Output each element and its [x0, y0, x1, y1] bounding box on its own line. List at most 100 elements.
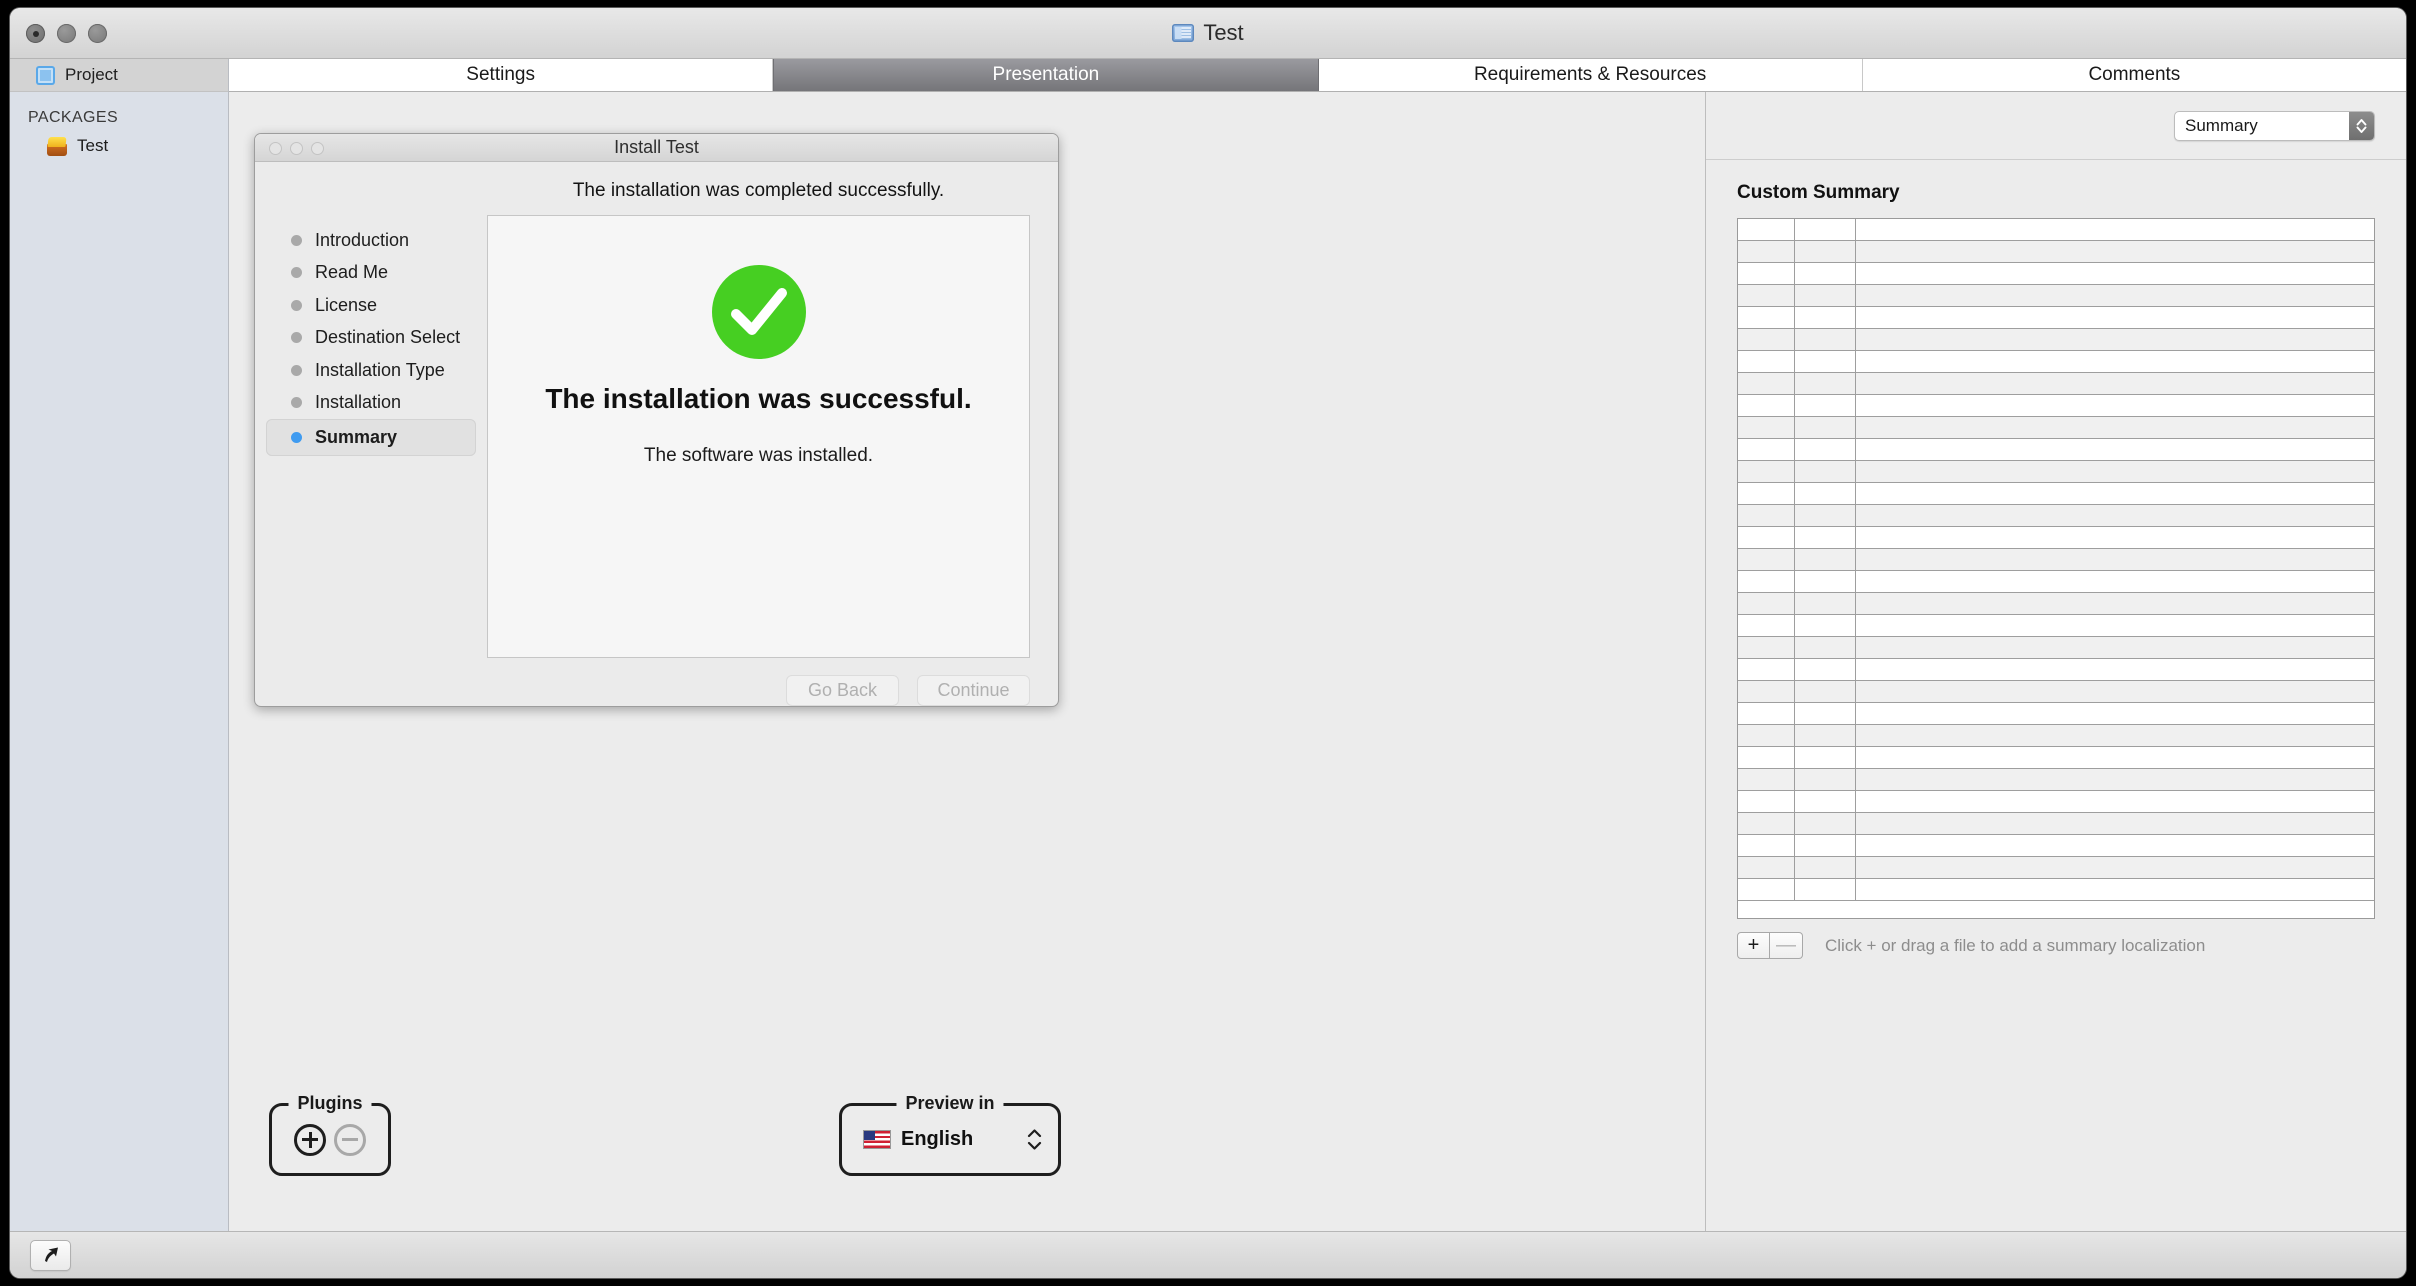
table-cell[interactable]	[1856, 769, 2374, 790]
table-cell[interactable]	[1795, 461, 1856, 482]
table-cell[interactable]	[1795, 637, 1856, 658]
table-row[interactable]	[1738, 835, 2374, 857]
table-row[interactable]	[1738, 417, 2374, 439]
table-cell[interactable]	[1795, 395, 1856, 416]
table-row[interactable]	[1738, 241, 2374, 263]
table-row[interactable]	[1738, 769, 2374, 791]
go-back-button[interactable]: Go Back	[786, 675, 899, 706]
table-cell[interactable]	[1738, 813, 1795, 834]
table-cell[interactable]	[1856, 483, 2374, 504]
table-cell[interactable]	[1795, 373, 1856, 394]
table-cell[interactable]	[1856, 791, 2374, 812]
table-cell[interactable]	[1795, 659, 1856, 680]
table-cell[interactable]	[1856, 263, 2374, 284]
table-cell[interactable]	[1738, 615, 1795, 636]
table-cell[interactable]	[1795, 615, 1856, 636]
table-cell[interactable]	[1795, 505, 1856, 526]
table-cell[interactable]	[1738, 307, 1795, 328]
table-cell[interactable]	[1738, 747, 1795, 768]
table-cell[interactable]	[1856, 571, 2374, 592]
table-cell[interactable]	[1795, 329, 1856, 350]
table-row[interactable]	[1738, 725, 2374, 747]
table-row[interactable]	[1738, 857, 2374, 879]
table-cell[interactable]	[1856, 615, 2374, 636]
table-row[interactable]	[1738, 813, 2374, 835]
table-cell[interactable]	[1738, 725, 1795, 746]
table-cell[interactable]	[1795, 725, 1856, 746]
sidebar-item-project[interactable]: Project	[10, 59, 228, 92]
table-cell[interactable]	[1795, 439, 1856, 460]
tab-comments[interactable]: Comments	[1862, 59, 2406, 91]
table-cell[interactable]	[1856, 813, 2374, 834]
table-row[interactable]	[1738, 681, 2374, 703]
maximize-button-icon[interactable]	[88, 24, 107, 43]
table-cell[interactable]	[1856, 659, 2374, 680]
build-button[interactable]	[30, 1239, 71, 1271]
table-row[interactable]	[1738, 593, 2374, 615]
table-row[interactable]	[1738, 329, 2374, 351]
table-cell[interactable]	[1856, 681, 2374, 702]
installer-step-installation[interactable]: Installation	[266, 387, 476, 420]
installer-step-introduction[interactable]: Introduction	[266, 224, 476, 257]
table-cell[interactable]	[1738, 395, 1795, 416]
table-cell[interactable]	[1738, 769, 1795, 790]
table-cell[interactable]	[1795, 747, 1856, 768]
table-cell[interactable]	[1738, 439, 1795, 460]
table-row[interactable]	[1738, 461, 2374, 483]
add-summary-localization-button[interactable]: +	[1737, 932, 1770, 959]
table-cell[interactable]	[1856, 373, 2374, 394]
installer-step-license[interactable]: License	[266, 289, 476, 322]
table-cell[interactable]	[1856, 637, 2374, 658]
table-cell[interactable]	[1738, 373, 1795, 394]
table-cell[interactable]	[1856, 549, 2374, 570]
table-cell[interactable]	[1738, 593, 1795, 614]
table-cell[interactable]	[1856, 285, 2374, 306]
table-cell[interactable]	[1795, 527, 1856, 548]
table-cell[interactable]	[1795, 703, 1856, 724]
table-cell[interactable]	[1795, 769, 1856, 790]
table-row[interactable]	[1738, 637, 2374, 659]
table-cell[interactable]	[1795, 307, 1856, 328]
table-row[interactable]	[1738, 703, 2374, 725]
table-cell[interactable]	[1738, 791, 1795, 812]
sidebar-item-test[interactable]: Test	[10, 127, 228, 156]
installer-step-summary[interactable]: Summary	[266, 419, 476, 456]
installer-step-read-me[interactable]: Read Me	[266, 257, 476, 290]
table-cell[interactable]	[1795, 791, 1856, 812]
table-row[interactable]	[1738, 483, 2374, 505]
installer-step-installation-type[interactable]: Installation Type	[266, 354, 476, 387]
table-cell[interactable]	[1795, 571, 1856, 592]
table-cell[interactable]	[1795, 263, 1856, 284]
table-cell[interactable]	[1856, 747, 2374, 768]
minus-circle-icon[interactable]	[334, 1123, 366, 1156]
summary-localizations-table[interactable]	[1737, 218, 2375, 919]
table-cell[interactable]	[1738, 703, 1795, 724]
table-cell[interactable]	[1795, 285, 1856, 306]
table-cell[interactable]	[1795, 681, 1856, 702]
table-row[interactable]	[1738, 549, 2374, 571]
table-row[interactable]	[1738, 351, 2374, 373]
remove-summary-localization-button[interactable]: —	[1770, 932, 1803, 959]
table-cell[interactable]	[1856, 439, 2374, 460]
table-cell[interactable]	[1795, 417, 1856, 438]
up-down-chevron-icon[interactable]	[1027, 1129, 1042, 1150]
table-cell[interactable]	[1856, 879, 2374, 900]
table-cell[interactable]	[1738, 857, 1795, 878]
table-cell[interactable]	[1738, 659, 1795, 680]
table-row[interactable]	[1738, 263, 2374, 285]
table-row[interactable]	[1738, 879, 2374, 901]
table-cell[interactable]	[1795, 241, 1856, 262]
table-row[interactable]	[1738, 439, 2374, 461]
table-cell[interactable]	[1795, 835, 1856, 856]
table-cell[interactable]	[1738, 637, 1795, 658]
table-cell[interactable]	[1795, 219, 1856, 240]
table-cell[interactable]	[1738, 835, 1795, 856]
table-cell[interactable]	[1856, 703, 2374, 724]
table-row[interactable]	[1738, 659, 2374, 681]
table-cell[interactable]	[1795, 549, 1856, 570]
table-cell[interactable]	[1856, 351, 2374, 372]
table-cell[interactable]	[1738, 879, 1795, 900]
table-cell[interactable]	[1738, 263, 1795, 284]
table-cell[interactable]	[1856, 307, 2374, 328]
table-cell[interactable]	[1738, 549, 1795, 570]
